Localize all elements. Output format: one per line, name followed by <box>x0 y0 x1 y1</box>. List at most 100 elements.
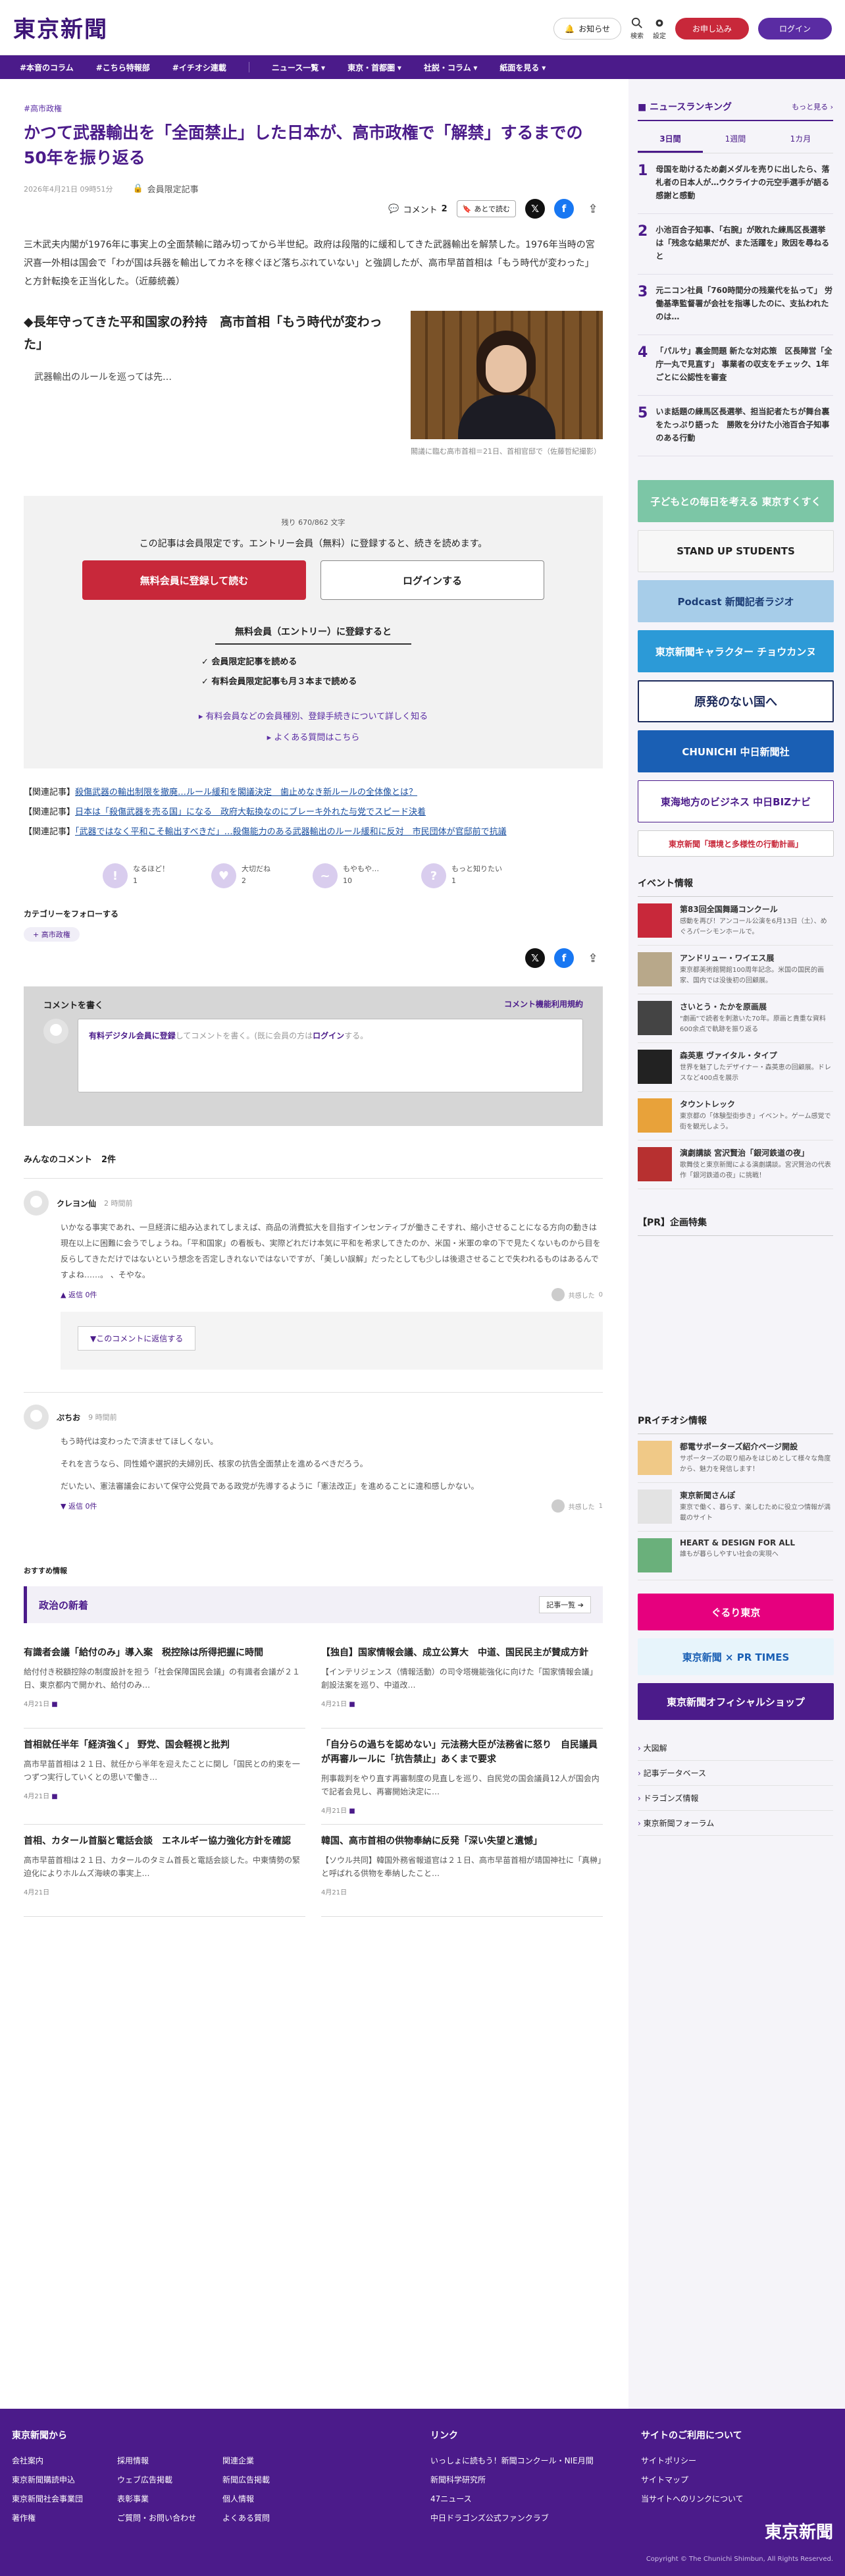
footer-link[interactable]: ご質問・お問い合わせ <box>117 2512 222 2523</box>
event-item[interactable]: 森英恵 ヴァイタル・タイプ 世界を魅了したデザイナー・森英恵の回顧展。ドレスなど4… <box>638 1043 833 1092</box>
search-button[interactable]: 検索 <box>630 17 644 40</box>
nav-item-tokyo[interactable]: 東京・首都圏 <box>347 62 401 73</box>
comment-user[interactable]: ぷちお <box>57 1412 80 1423</box>
ranking-item[interactable]: 2 小池百合子知事、「右腕」が敗れた練馬区長選挙は「残念な結果だが、また活躍を」敗… <box>638 214 833 275</box>
comment-user[interactable]: クレヨン仙 <box>57 1198 96 1209</box>
nav-item-tokuhoubu[interactable]: #こちら特報部 <box>96 62 150 73</box>
footer-link[interactable]: 採用情報 <box>117 2455 222 2466</box>
banner-podcast[interactable]: Podcast 新聞記者ラジオ <box>638 580 834 622</box>
banner-genpatsu[interactable]: 原発のない国へ <box>638 680 834 722</box>
news-card[interactable]: 有識者会議「給付のみ」導入案 税控除は所得把握に時間 給付付き税額控除の制度設計を… <box>24 1636 305 1729</box>
membership-info-link[interactable]: 有料会員などの会員種別、登録手続きについて詳しく知る <box>199 712 428 722</box>
tab-1week[interactable]: 1週間 <box>703 126 768 153</box>
share-icon[interactable]: ⇪ <box>583 948 603 968</box>
follow-tag-button[interactable]: + 高市政権 <box>24 927 80 942</box>
like-button[interactable]: 共感した 0 <box>551 1288 603 1301</box>
nav-item-news-list[interactable]: ニュース一覧 <box>272 62 325 73</box>
event-item[interactable]: 第83回全国舞踊コンクール 感動を再び！アンコール公演を6月13日（土）、めぐろパ… <box>638 897 833 946</box>
news-title[interactable]: 有識者会議「給付のみ」導入案 税控除は所得把握に時間 <box>24 1646 305 1660</box>
event-item[interactable]: さいとう・たかを原画展 "劇画"で読者を刺激いた70年。原画と貴重な資料600余点… <box>638 994 833 1043</box>
reaction-taisetsu[interactable]: ♥ 大切だね 2 <box>211 863 270 888</box>
x-share-icon[interactable]: 𝕏 <box>525 199 545 219</box>
footer-logo[interactable]: 東京新聞 <box>765 2519 833 2543</box>
footer-link[interactable]: サイトマップ <box>641 2474 744 2485</box>
reply-toggle[interactable]: ▼ 返信 0件 <box>61 1501 97 1511</box>
banner-students[interactable]: STAND UP STUDENTS <box>638 530 834 572</box>
pr-item[interactable]: HEART & DESIGN FOR ALL 誰もが暮らしやすい社会の実現へ <box>638 1532 833 1580</box>
pr-item[interactable]: 都電サポーターズ紹介ページ開設 サポーターズの取り組みをはじめとして様々な角度から… <box>638 1434 833 1483</box>
category-tag[interactable]: #高市政権 <box>24 103 603 114</box>
comment-input[interactable]: 有料デジタル会員に登録してコメントを書く。(既に会員の方はログインする。 <box>78 1019 583 1092</box>
footer-link[interactable]: 東京新聞購読申込 <box>12 2474 117 2485</box>
footer-link[interactable]: いっしょに読もう！新聞コンクール・NIE月間 <box>430 2455 641 2466</box>
reaction-moyamoya[interactable]: ~ もやもや… 10 <box>313 863 379 888</box>
login-button[interactable]: ログイン <box>757 18 832 40</box>
sidebar-link[interactable]: ドラゴンズ情報 <box>638 1786 833 1811</box>
news-title[interactable]: 「自分らの過ちを認めない」元法務大臣が法務省に怒り 自民議員が再審ルールに「抗告… <box>321 1738 603 1767</box>
footer-link[interactable]: よくある質問 <box>222 2512 328 2523</box>
footer-link[interactable]: 関連企業 <box>222 2455 328 2466</box>
sidebar-link[interactable]: 記事データベース <box>638 1761 833 1786</box>
ranking-more-link[interactable]: もっと見る › <box>792 101 833 112</box>
news-card[interactable]: 首相就任半年「経済強く」 野党、国会軽視と批判 高市早苗首相は２１日、就任から半年… <box>24 1729 305 1825</box>
banner-prtimes[interactable]: 東京新聞 × PR TIMES <box>638 1638 834 1675</box>
facebook-share-icon[interactable]: f <box>554 948 574 968</box>
banner-sukusuku[interactable]: 子どもとの毎日を考える 東京すくすく <box>638 480 834 522</box>
nav-item-honne[interactable]: #本音のコラム <box>20 62 74 73</box>
footer-link[interactable]: 個人情報 <box>222 2493 328 2504</box>
footer-link[interactable]: 当サイトへのリンクについて <box>641 2493 744 2504</box>
ranking-item[interactable]: 1 母国を助けるため劇メダルを売りに出したら、落札者の日本人が…ウクライナの元空手… <box>638 153 833 214</box>
event-item[interactable]: タウントレック 東京都の「体験型街歩き」イベント。ゲーム感覚で街を観光しよう。 <box>638 1092 833 1140</box>
register-link[interactable]: 有料デジタル会員に登録 <box>89 1031 176 1040</box>
footer-link[interactable]: 47ニュース <box>430 2493 641 2504</box>
x-share-icon[interactable]: 𝕏 <box>525 948 545 968</box>
read-later-button[interactable]: 🔖 あとで読む <box>456 200 516 217</box>
ranking-item[interactable]: 3 元ニコン社員「760時間分の残業代を払って」 労働基準監督署が会社を指導したの… <box>638 275 833 335</box>
footer-link[interactable]: サイトポリシー <box>641 2455 744 2466</box>
news-more-button[interactable]: 記事一覧 ➔ <box>539 1596 591 1613</box>
sidebar-link[interactable]: 大図解 <box>638 1736 833 1761</box>
banner-chunichi[interactable]: CHUNICHI 中日新聞社 <box>638 730 834 772</box>
related-link[interactable]: 殺傷武器の輸出制限を撤廃…ルール緩和を閣議決定 歯止めなき新ルールの全体像とは？ <box>75 788 417 797</box>
banner-bizbavi[interactable]: 東海地方のビジネス 中日BIZナビ <box>638 780 834 822</box>
notify-button[interactable]: 🔔 お知らせ <box>553 18 621 40</box>
footer-link[interactable]: ウェブ広告掲載 <box>117 2474 222 2485</box>
banner-diversity[interactable]: 東京新聞「環境と多様性の行動計画」 <box>638 830 834 857</box>
news-title[interactable]: 韓国、高市首相の供物奉納に反発「深い失望と遺憾」 <box>321 1834 603 1848</box>
footer-link[interactable]: 表彰事業 <box>117 2493 222 2504</box>
pr-item[interactable]: 東京新聞さんぽ 東京で働く、暮らす、楽しむために役立つ情報が満載のサイト <box>638 1483 833 1532</box>
ranking-item[interactable]: 4 「パルサ」裏金問題 新たな対応策 区長陣営「全庁一丸で見直す」 事業者の収支を… <box>638 335 833 396</box>
ranking-item[interactable]: 5 いま話題の練馬区長選挙、担当記者たちが舞台裏をたっぷり語った 勝敗を分けた小池… <box>638 396 833 456</box>
faq-link[interactable]: よくある質問はこちら <box>267 733 360 743</box>
facebook-share-icon[interactable]: f <box>554 199 574 219</box>
reaction-motto[interactable]: ? もっと知りたい 1 <box>421 863 502 888</box>
news-card[interactable]: 韓国、高市首相の供物奉納に反発「深い失望と遺憾」 【ソウル共同】韓国外務省報道官は… <box>321 1825 603 1917</box>
banner-chokanu[interactable]: 東京新聞キャラクター チョウカンヌ <box>638 630 834 672</box>
comment-rules-link[interactable]: コメント機能利用規約 <box>504 998 583 1011</box>
footer-link[interactable]: 著作権 <box>12 2512 117 2523</box>
related-link[interactable]: 「武器ではなく平和こそ輸出すべきだ」…殺傷能力のある武器輸出のルール緩和に反対 … <box>75 827 507 837</box>
event-item[interactable]: アンドリュー・ワイエス展 東京都美術館開館100周年記念。米国の国民的画家、国内で… <box>638 946 833 994</box>
banner-shop[interactable]: 東京新聞オフィシャルショップ <box>638 1683 834 1720</box>
register-button[interactable]: お申し込み <box>675 18 749 40</box>
comment-count[interactable]: 💬 コメント 2 <box>388 203 447 215</box>
free-register-button[interactable]: 無料会員に登録して読む <box>82 560 306 600</box>
reply-button[interactable]: ▼このコメントに返信する <box>78 1326 196 1351</box>
sidebar-link[interactable]: 東京新聞フォーラム <box>638 1811 833 1836</box>
tab-1month[interactable]: 1カ月 <box>768 126 833 153</box>
like-button[interactable]: 共感した 1 <box>551 1499 603 1513</box>
news-card[interactable]: 「自分らの過ちを認めない」元法務大臣が法務省に怒り 自民議員が再審ルールに「抗告… <box>321 1729 603 1825</box>
photo-image[interactable] <box>411 311 603 439</box>
login-link[interactable]: ログイン <box>313 1031 344 1040</box>
event-item[interactable]: 演劇講談 宮沢賢治「銀河鉄道の夜」 歌舞伎と東京新聞による演劇講談。宮沢賢治の代表… <box>638 1140 833 1189</box>
news-title[interactable]: 首相就任半年「経済強く」 野党、国会軽視と批判 <box>24 1738 305 1752</box>
news-title[interactable]: 【独自】国家情報会議、成立公算大 中道、国民民主が賛成方針 <box>321 1646 603 1660</box>
news-title[interactable]: 首相、カタール首脳と電話会談 エネルギー協力強化方針を確認 <box>24 1834 305 1848</box>
footer-link[interactable]: 中日ドラゴンズ公式ファンクラブ <box>430 2512 641 2523</box>
nav-item-ichioshi[interactable]: #イチオシ連載 <box>172 62 226 73</box>
share-icon[interactable]: ⇪ <box>583 199 603 219</box>
footer-link[interactable]: 東京新聞社会事業団 <box>12 2493 117 2504</box>
news-card[interactable]: 【独自】国家情報会議、成立公算大 中道、国民民主が賛成方針 【インテリジェンス（情… <box>321 1636 603 1729</box>
related-link[interactable]: 日本は「殺傷武器を売る国」になる 政府大転換なのにブレーキ外れた与党でスピード決… <box>75 807 426 817</box>
settings-button[interactable]: 設定 <box>653 17 666 40</box>
